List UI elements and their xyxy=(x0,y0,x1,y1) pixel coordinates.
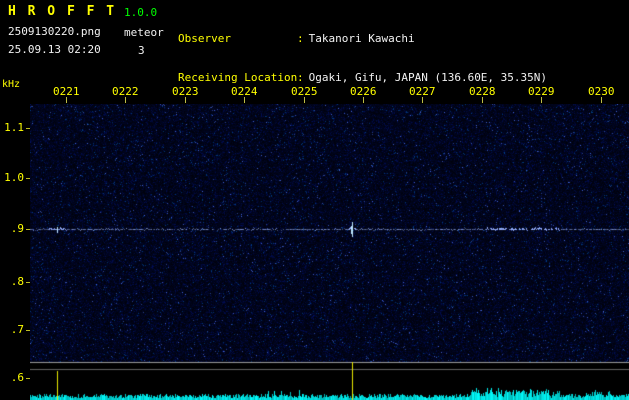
y-tick-label: .6 xyxy=(10,371,24,384)
y-tick-label: .7 xyxy=(10,323,24,336)
mode-label: meteor xyxy=(124,26,164,39)
x-tick-mark xyxy=(482,97,483,103)
output-filename: 2509130220.png xyxy=(8,25,101,38)
x-tick-mark xyxy=(244,97,245,103)
x-tick-mark xyxy=(66,97,67,103)
x-tick-mark xyxy=(185,97,186,103)
y-tick-label: .8 xyxy=(10,275,24,288)
x-tick-mark xyxy=(601,97,602,103)
x-tick-mark xyxy=(304,97,305,103)
info-value: Ogaki, Gifu, JAPAN (136.60E, 35.35N) xyxy=(308,71,548,84)
y-axis-unit: kHz xyxy=(2,79,21,90)
y-tick-label: .9 xyxy=(10,222,24,235)
info-row-observer: Observer: Takanori Kawachi xyxy=(178,32,547,45)
hrofft-window: H R O F F T 1.0.0 2509130220.png meteor … xyxy=(0,0,629,400)
info-value: Takanori Kawachi xyxy=(308,32,415,45)
spectrogram-canvas xyxy=(30,104,629,400)
app-version: 1.0.0 xyxy=(124,6,158,19)
info-row-location: Receiving Location: Ogaki, Gifu, JAPAN (1… xyxy=(178,71,547,84)
echo-count: 3 xyxy=(138,44,145,57)
x-tick-mark xyxy=(363,97,364,103)
info-separator: : xyxy=(297,32,304,45)
info-label: Receiving Location xyxy=(178,71,298,84)
app-title: H R O F F T xyxy=(8,4,117,19)
y-tick-label: 1.0 xyxy=(4,171,24,184)
x-tick-mark xyxy=(125,97,126,103)
x-tick-mark xyxy=(541,97,542,103)
info-label: Observer xyxy=(178,32,231,45)
y-tick-label: 1.1 xyxy=(4,121,24,134)
info-separator: : xyxy=(297,71,304,84)
x-tick-mark xyxy=(422,97,423,103)
timestamp: 25.09.13 02:20 xyxy=(8,43,101,56)
